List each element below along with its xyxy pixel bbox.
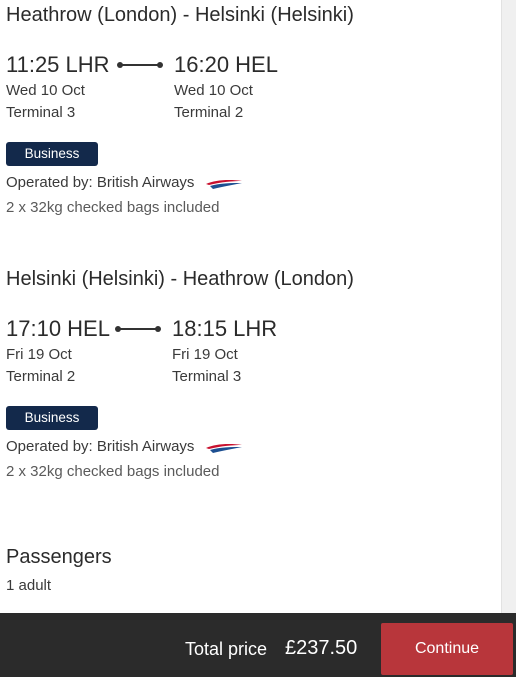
operated-by: Operated by: British Airways <box>6 438 243 455</box>
scrollbar[interactable] <box>501 0 516 613</box>
arrival-date: Fri 19 Oct <box>172 346 238 363</box>
total-price-value: £237.50 <box>285 637 358 659</box>
flight-times: 17:10 HEL Fri 19 Oct Terminal 2 18:15 LH… <box>6 316 496 406</box>
departure-info: 11:25 LHR Wed 10 Oct Terminal 3 <box>6 52 110 124</box>
departure-info: 17:10 HEL Fri 19 Oct Terminal 2 <box>6 316 110 388</box>
connector-end-dot <box>157 62 163 68</box>
baggage-allowance: 2 x 32kg checked bags included <box>6 199 220 216</box>
departure-terminal: Terminal 2 <box>6 368 76 385</box>
operated-by: Operated by: British Airways <box>6 174 243 191</box>
passenger-count: 1 adult <box>6 577 52 594</box>
passengers-heading: Passengers <box>6 546 112 568</box>
departure-date: Wed 10 Oct <box>6 82 85 99</box>
route-title: Helsinki (Helsinki) - Heathrow (London) <box>6 268 354 290</box>
outbound-flight: Heathrow (London) - Helsinki (Helsinki) … <box>6 4 496 216</box>
british-airways-logo-icon <box>205 177 243 190</box>
passengers-section: Passengers 1 adult <box>6 546 112 594</box>
return-flight: Helsinki (Helsinki) - Heathrow (London) … <box>6 268 496 480</box>
route-title: Heathrow (London) - Helsinki (Helsinki) <box>6 4 354 26</box>
departure-terminal: Terminal 3 <box>6 104 76 121</box>
arrival-info: 18:15 LHR Fri 19 Oct Terminal 3 <box>172 316 277 388</box>
arrival-terminal: Terminal 3 <box>172 368 242 385</box>
cabin-class-badge: Business <box>6 406 98 430</box>
continue-button[interactable]: Continue <box>381 623 513 675</box>
arrival-terminal: Terminal 2 <box>174 104 244 121</box>
arrival-info: 16:20 HEL Wed 10 Oct Terminal 2 <box>174 52 278 124</box>
operated-by-text: Operated by: British Airways <box>6 438 195 455</box>
price-footer: Total price £237.50 Continue <box>0 613 516 677</box>
total-price-label: Total price <box>185 639 268 659</box>
arrival-time: 16:20 HEL <box>174 52 278 77</box>
departure-time: 17:10 HEL <box>6 316 110 341</box>
flight-connector-line <box>118 328 158 330</box>
connector-end-dot <box>155 326 161 332</box>
british-airways-logo-icon <box>205 441 243 454</box>
departure-date: Fri 19 Oct <box>6 346 72 363</box>
baggage-allowance: 2 x 32kg checked bags included <box>6 463 220 480</box>
operated-by-text: Operated by: British Airways <box>6 174 195 191</box>
arrival-time: 18:15 LHR <box>172 316 278 341</box>
departure-time: 11:25 LHR <box>6 52 110 77</box>
cabin-class-badge: Business <box>6 142 98 166</box>
arrival-date: Wed 10 Oct <box>174 82 253 99</box>
flight-connector-line <box>120 64 160 66</box>
flight-times: 11:25 LHR Wed 10 Oct Terminal 3 16:20 HE… <box>6 52 496 142</box>
